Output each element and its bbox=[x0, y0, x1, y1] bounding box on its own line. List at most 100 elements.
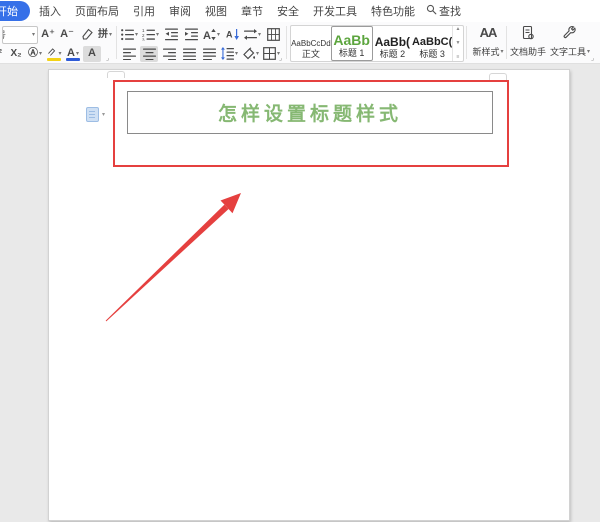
gallery-more-icon[interactable]: ≡ bbox=[457, 55, 460, 61]
font-dialog-launcher-icon[interactable]: ⌟ bbox=[106, 55, 109, 62]
gallery-scroll-up-icon[interactable]: ▲ bbox=[456, 27, 461, 33]
chevron-down-icon: ▾ bbox=[58, 50, 61, 57]
distribute-text-button[interactable] bbox=[200, 46, 218, 62]
style-preview: AaBb bbox=[333, 33, 370, 48]
insert-table-button[interactable] bbox=[264, 27, 282, 43]
align-right-icon bbox=[163, 47, 176, 60]
chevron-down-icon: ▾ bbox=[156, 31, 159, 38]
group-separator bbox=[466, 26, 467, 59]
grow-font-button[interactable]: A⁺ bbox=[39, 27, 57, 43]
subscript-button[interactable]: X₂ bbox=[7, 46, 25, 62]
chevron-down-icon: ▾ bbox=[32, 31, 37, 38]
increase-indent-button[interactable] bbox=[182, 27, 200, 43]
character-shading-button[interactable]: A bbox=[83, 46, 101, 62]
doc-assistant-button[interactable]: 文档助手 bbox=[509, 25, 547, 58]
style-name: 标题 2 bbox=[380, 49, 406, 60]
align-left-button[interactable] bbox=[120, 46, 138, 62]
menu-tab-insert[interactable]: 插入 bbox=[32, 3, 68, 19]
line-spacing-button[interactable]: ▾ bbox=[220, 46, 239, 62]
menu-tab-section[interactable]: 章节 bbox=[234, 3, 270, 19]
justify-icon bbox=[183, 47, 196, 60]
wrench-icon bbox=[562, 25, 578, 44]
title-text-box[interactable]: 怎样设置标题样式 bbox=[127, 91, 493, 134]
indent-icon bbox=[185, 28, 198, 41]
style-marker-icon[interactable] bbox=[86, 107, 99, 122]
style-item-heading-2[interactable]: AaBb(标题 2 bbox=[373, 26, 413, 61]
menu-tab-dev-tools[interactable]: 开发工具 bbox=[306, 3, 364, 19]
margin-corner-mark bbox=[107, 71, 125, 78]
style-name: 正文 bbox=[302, 49, 320, 60]
styles-gallery-scroll: ▲ ▼ ≡ bbox=[452, 26, 463, 61]
numbered-list-icon: 123 bbox=[142, 28, 155, 41]
group-separator bbox=[286, 26, 287, 59]
font-color-button[interactable]: A▾ bbox=[64, 46, 82, 62]
numbered-list-button[interactable]: 123▾ bbox=[141, 27, 160, 43]
style-item-heading-1[interactable]: AaBb标题 1 bbox=[331, 26, 373, 61]
style-name: 标题 1 bbox=[339, 48, 365, 59]
highlight-color-button[interactable]: ▾ bbox=[45, 46, 63, 62]
character-scale-button[interactable]: A▾ bbox=[202, 27, 221, 43]
menu-tab-view[interactable]: 视图 bbox=[198, 3, 234, 19]
superscript-button[interactable]: X² bbox=[0, 46, 6, 62]
menu-tab-references[interactable]: 引用 bbox=[126, 3, 162, 19]
menu-tab-home[interactable]: 开始 bbox=[0, 1, 30, 21]
style-item-heading-3[interactable]: AaBbC(标题 3 bbox=[412, 26, 452, 61]
menu-tab-security[interactable]: 安全 bbox=[270, 3, 306, 19]
document-assistant-icon bbox=[520, 25, 536, 44]
document-title: 怎样设置标题样式 bbox=[218, 99, 402, 126]
chevron-down-icon: ▾ bbox=[102, 111, 105, 118]
menu-bar: 开始插入页面布局引用审阅视图章节安全开发工具特色功能 查找 bbox=[0, 0, 600, 22]
phonetic-guide-button[interactable]: 拼▾ bbox=[96, 27, 114, 43]
align-left-icon bbox=[123, 47, 136, 60]
menu-tab-special-features[interactable]: 特色功能 bbox=[364, 3, 422, 19]
style-item-body-text[interactable]: AaBbCcDd正文 bbox=[291, 26, 331, 61]
ribbon-toolbar: 号 ▾ A⁺ A⁻ 拼▾ X² X₂ Ⓐ▾ ▾ A▾ A ▾ 123▾ A▾ A… bbox=[0, 22, 600, 64]
menu-tabs: 开始插入页面布局引用审阅视图章节安全开发工具特色功能 bbox=[0, 0, 422, 22]
styles-gallery: AaBbCcDd正文AaBb标题 1AaBb(标题 2AaBbC(标题 3 ▲ … bbox=[290, 25, 464, 62]
outdent-icon bbox=[165, 28, 178, 41]
character-scale-icon: A bbox=[203, 28, 216, 41]
align-center-icon bbox=[143, 47, 156, 60]
borders-grid-icon bbox=[263, 47, 276, 60]
chevron-down-icon: ▾ bbox=[587, 48, 590, 55]
shrink-font-button[interactable]: A⁻ bbox=[58, 27, 76, 43]
svg-text:A: A bbox=[203, 30, 211, 41]
wps-writer-window: 开始插入页面布局引用审阅视图章节安全开发工具特色功能 查找 号 ▾ A⁺ A⁻ … bbox=[0, 0, 600, 521]
style-preview: AaBbC( bbox=[412, 37, 452, 49]
enclose-characters-button[interactable]: Ⓐ▾ bbox=[26, 46, 44, 62]
shading-button[interactable]: ▾ bbox=[241, 46, 260, 62]
search-icon bbox=[426, 4, 437, 18]
chevron-down-icon: ▾ bbox=[501, 48, 504, 55]
paragraph-layout-button[interactable]: ▾ bbox=[243, 27, 262, 43]
clear-format-button[interactable] bbox=[77, 27, 95, 43]
justify-button[interactable] bbox=[180, 46, 198, 62]
font-size-combo[interactable]: 号 ▾ bbox=[2, 26, 38, 44]
paragraph-dialog-launcher-icon[interactable]: ⌟ bbox=[279, 55, 282, 62]
chevron-down-icon: ▾ bbox=[217, 31, 220, 38]
styles-dialog-launcher-icon[interactable]: ⌟ bbox=[591, 55, 594, 62]
bullet-list-button[interactable]: ▾ bbox=[120, 27, 139, 43]
bullet-list-icon bbox=[121, 28, 134, 41]
decrease-indent-button[interactable] bbox=[162, 27, 180, 43]
chevron-down-icon: ▾ bbox=[39, 50, 42, 57]
svg-text:A: A bbox=[226, 30, 233, 40]
new-style-button[interactable]: AA 新样式▾ bbox=[471, 25, 505, 58]
margin-corner-mark bbox=[489, 73, 507, 80]
font-color-swatch bbox=[66, 58, 80, 61]
menu-tab-page-layout[interactable]: 页面布局 bbox=[68, 3, 126, 19]
menu-tab-review[interactable]: 审阅 bbox=[162, 3, 198, 19]
distribute-icon bbox=[203, 47, 216, 60]
text-tool-button[interactable]: 文字工具▾ bbox=[549, 25, 591, 58]
font-size-value: 号 bbox=[3, 28, 32, 41]
find-label: 查找 bbox=[439, 3, 461, 19]
chevron-down-icon: ▾ bbox=[135, 31, 138, 38]
sort-icon: A bbox=[226, 28, 239, 41]
document-page[interactable]: 怎样设置标题样式 ▾ bbox=[48, 69, 570, 521]
sort-button[interactable]: A bbox=[223, 27, 241, 43]
align-right-button[interactable] bbox=[160, 46, 178, 62]
style-preview: AaBbCcDd bbox=[291, 40, 331, 48]
find-control[interactable]: 查找 bbox=[426, 3, 461, 19]
align-center-button[interactable] bbox=[140, 46, 158, 62]
group-separator bbox=[506, 26, 507, 59]
gallery-scroll-down-icon[interactable]: ▼ bbox=[456, 41, 461, 47]
